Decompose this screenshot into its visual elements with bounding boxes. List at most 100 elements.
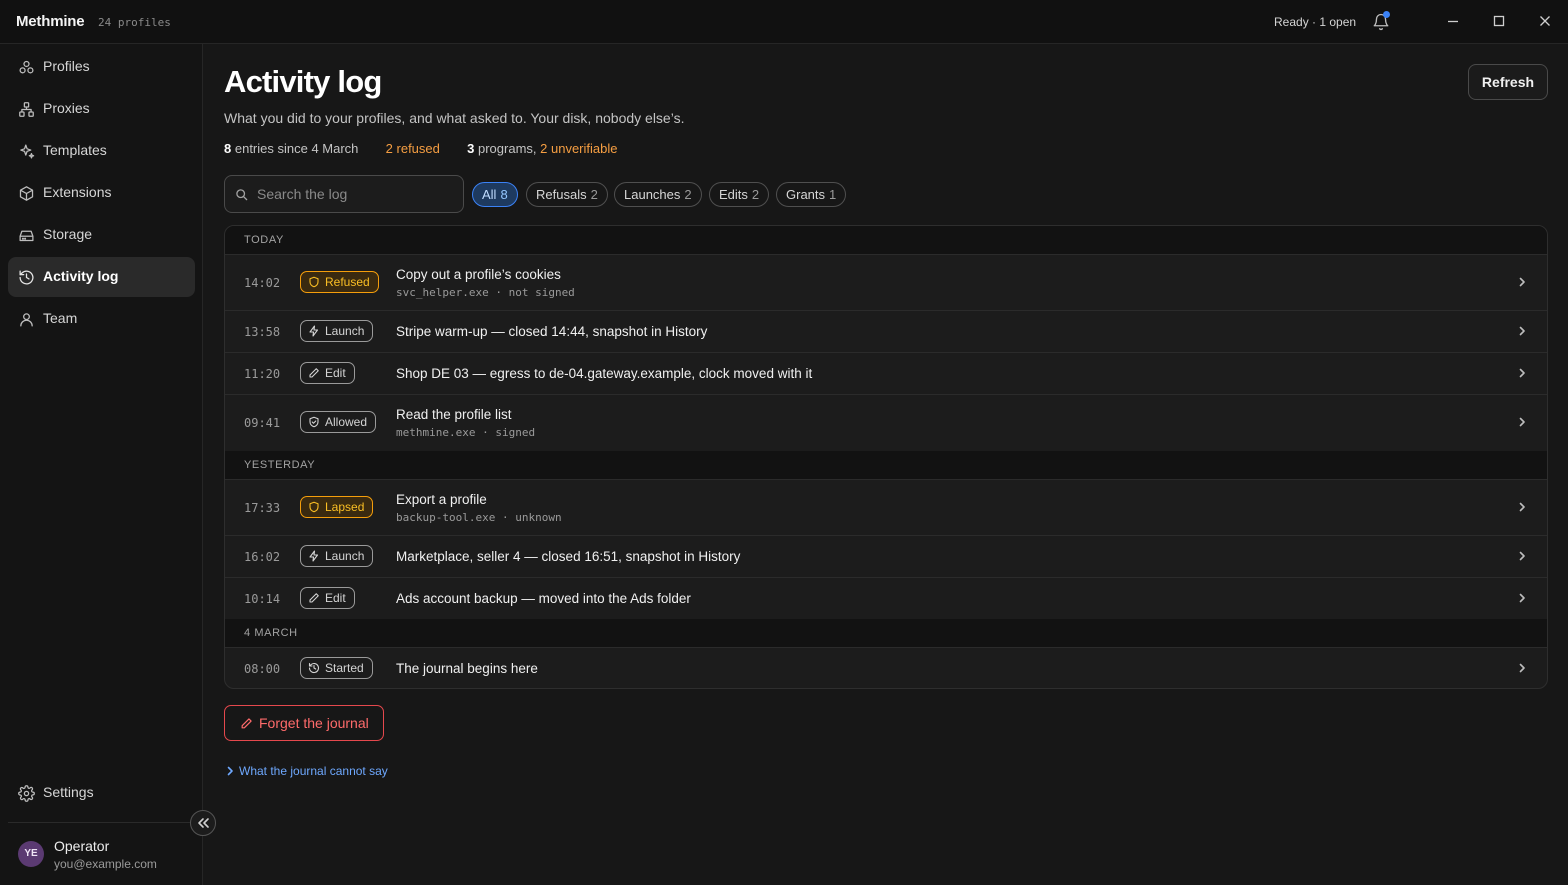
log-row[interactable]: 17:33 Lapsed Export a profile backup-too… [225,479,1547,535]
entry-meta: methmine.exe · signed [396,426,536,439]
shield-icon [309,501,319,513]
chevron-right-icon [1519,663,1525,673]
sidebar-item-activity-log[interactable]: Activity log [8,257,195,297]
sidebar-item-team[interactable]: Team [8,299,195,339]
title-bar: Methmine 24 profiles Ready · 1 open [0,0,1568,44]
entry-time: 14:02 [244,276,281,290]
sidebar-item-storage[interactable]: Storage [8,215,195,255]
filter-grants[interactable]: Grants 1 [776,182,847,207]
gear-icon [18,785,35,802]
programs-count: 3 [467,141,475,156]
status-text: Ready · 1 open [1274,15,1357,29]
programs-text: programs, [477,141,537,156]
filter-all[interactable]: All 8 [472,182,518,207]
sidebar-item-label: Templates [43,142,107,158]
entry-time: 13:58 [244,325,281,339]
entry-title: Export a profile [396,492,487,507]
collapse-sidebar-button[interactable] [190,810,216,836]
status-badge-refused: Refused [300,271,379,293]
sidebar-item-label: Storage [43,226,93,242]
team-icon [18,311,35,328]
templates-icon [18,143,35,160]
pencil-icon [309,593,319,603]
extensions-icon [18,185,35,202]
log-row[interactable]: 14:02 Refused Copy out a profile’s cooki… [225,254,1547,310]
chevron-right-icon [1519,551,1525,561]
sidebar-item-label: Activity log [43,268,119,284]
log-row[interactable]: 11:20 Edit Shop DE 03 — egress to de-04.… [225,352,1547,394]
forget-journal-button[interactable]: Forget the journal [224,705,384,741]
chevron-right-icon [1519,277,1525,287]
entry-title: The journal begins here [396,661,538,676]
chevron-right-icon [1519,368,1525,378]
avatar[interactable]: YE [18,841,44,867]
log-row[interactable]: 16:02 Launch Marketplace, seller 4 — clo… [225,535,1547,577]
status-badge-launch: Launch [300,320,374,342]
entry-title: Stripe warm-up — closed 14:44, snapshot … [396,324,708,339]
sidebar-item-settings[interactable]: Settings [8,773,195,813]
status-badge-edit: Edit [300,587,355,609]
entry-time: 08:00 [244,662,281,676]
journal-limits-disclosure[interactable]: What the journal cannot say [226,764,388,778]
log-row[interactable]: 10:14 Edit Ads account backup — moved in… [225,577,1547,619]
status-badge-edit: Edit [300,362,355,384]
entry-meta: svc_helper.exe · not signed [396,286,575,299]
close-icon[interactable] [1537,13,1553,29]
user-email: you@example.com [54,857,157,871]
search-field[interactable] [224,175,464,213]
unverifiable-count: 2 unverifiable [540,141,618,156]
chevron-right-icon [227,766,233,776]
sidebar-item-templates[interactable]: Templates [8,131,195,171]
entries-text: entries since 4 March [234,141,359,156]
entry-time: 09:41 [244,416,281,430]
proxies-icon [18,101,35,118]
log-row[interactable]: 09:41 Allowed Read the profile list meth… [225,394,1547,451]
sidebar-divider [8,822,195,823]
maximize-icon[interactable] [1491,13,1507,29]
storage-icon [18,227,35,244]
entry-time: 16:02 [244,550,281,564]
app-name: Methmine [16,13,85,30]
notification-dot [1383,11,1390,18]
entry-title: Read the profile list [396,407,512,422]
chevron-right-icon [1519,502,1525,512]
chevrons-left-icon [198,818,209,828]
page-title: Activity log [224,64,382,99]
log-row[interactable]: 13:58 Launch Stripe warm-up — closed 14:… [225,310,1547,352]
user-name: Operator [54,838,110,854]
sidebar-item-proxies[interactable]: Proxies [8,89,195,129]
filter-edits[interactable]: Edits 2 [709,182,770,207]
minimize-icon[interactable] [1445,13,1461,29]
sidebar-item-label: Extensions [43,184,112,200]
sidebar-item-profiles[interactable]: Profiles [8,47,195,87]
sidebar-item-label: Profiles [43,58,90,74]
activity-log-list: TODAY 14:02 Refused Copy out a profile’s… [224,225,1548,689]
entry-title: Marketplace, seller 4 — closed 16:51, sn… [396,549,741,564]
entry-title: Copy out a profile’s cookies [396,267,561,282]
entry-time: 10:14 [244,592,281,606]
search-icon [235,188,248,201]
status-badge-launch: Launch [300,545,374,567]
status-badge-lapsed: Lapsed [300,496,374,518]
refused-count: 2 refused [385,141,440,156]
activity-log-icon [18,269,35,286]
entry-time: 11:20 [244,367,281,381]
sidebar-item-label: Settings [43,784,94,800]
entry-title: Ads account backup — moved into the Ads … [396,591,691,606]
search-input[interactable] [257,184,457,204]
filter-launches[interactable]: Launches 2 [614,182,702,207]
profiles-icon [18,59,35,76]
chevron-right-icon [1519,326,1525,336]
page-subtitle: What you did to your profiles, and what … [224,110,685,126]
shield-icon [309,276,319,288]
entries-count: 8 [224,141,232,156]
log-row[interactable]: 08:00 Started The journal begins here [225,647,1547,688]
refresh-button[interactable]: Refresh [1468,64,1548,100]
lightning-icon [309,550,319,562]
filter-refusals[interactable]: Refusals 2 [526,182,608,207]
status-badge-allowed: Allowed [300,411,377,433]
entry-time: 17:33 [244,501,281,515]
shield-check-icon [309,416,319,428]
profiles-count: 24 profiles [98,16,171,29]
sidebar-item-extensions[interactable]: Extensions [8,173,195,213]
